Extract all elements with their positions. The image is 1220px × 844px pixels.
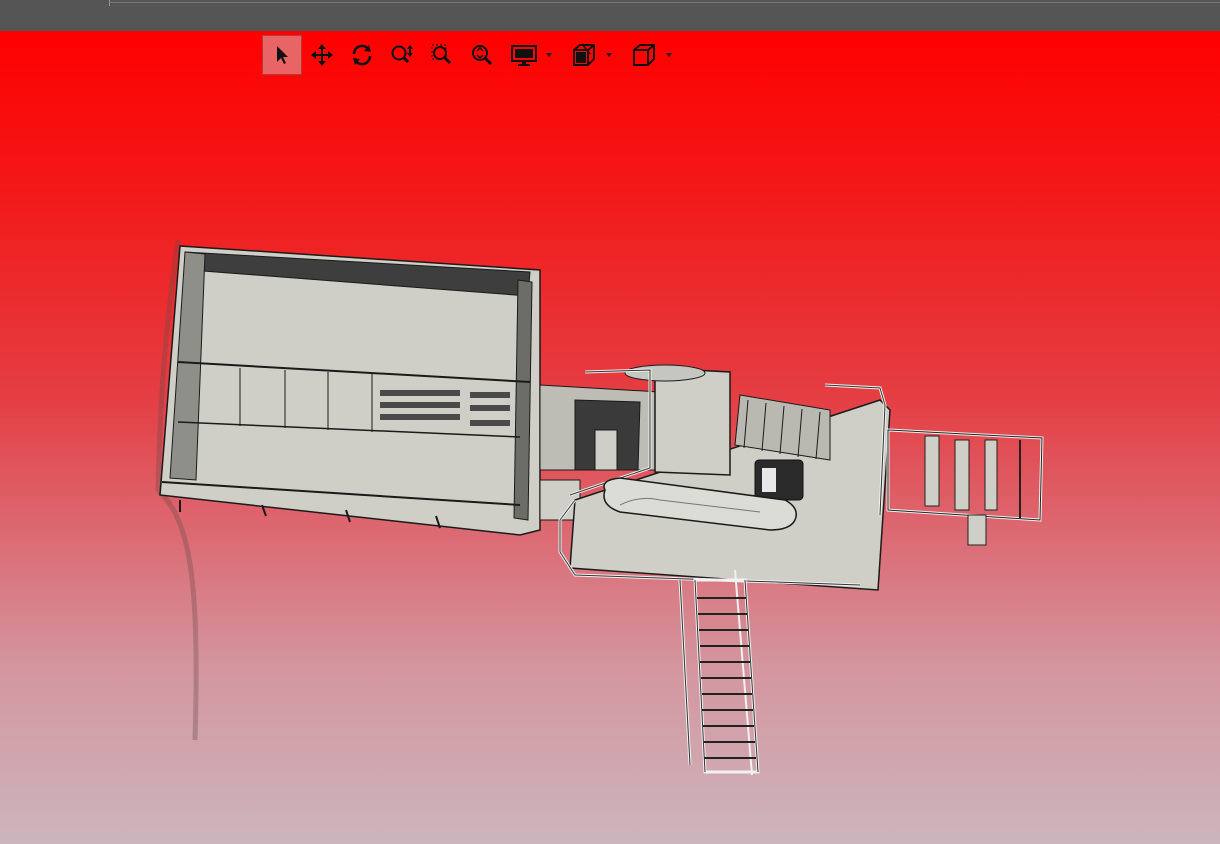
move-arrows-icon bbox=[311, 44, 333, 66]
cad-assembly-model[interactable] bbox=[0, 31, 1220, 844]
section-view-dropdown[interactable] bbox=[562, 35, 622, 75]
title-bar bbox=[0, 0, 1220, 31]
zoom-updown-icon bbox=[391, 45, 413, 64]
monitor-icon bbox=[511, 45, 537, 66]
pan-tool-button[interactable] bbox=[302, 35, 342, 75]
cube-icon bbox=[633, 44, 655, 66]
view-toolbar bbox=[262, 34, 682, 76]
chevron-down-icon bbox=[666, 53, 672, 57]
zoom-window-button[interactable] bbox=[422, 35, 462, 75]
rotate-icon bbox=[352, 44, 372, 66]
rotate-tool-button[interactable] bbox=[342, 35, 382, 75]
select-tool-button[interactable] bbox=[262, 35, 302, 75]
stairway bbox=[678, 569, 760, 776]
zoom-box-icon bbox=[431, 44, 452, 65]
zoom-tool-button[interactable] bbox=[382, 35, 422, 75]
display-style-dropdown[interactable] bbox=[502, 35, 562, 75]
tab-separator bbox=[109, 0, 110, 6]
view-orientation-dropdown[interactable] bbox=[622, 35, 682, 75]
zoom-fit-button[interactable] bbox=[462, 35, 502, 75]
chevron-down-icon bbox=[546, 53, 552, 57]
roller-frame bbox=[886, 428, 1044, 546]
3d-viewport[interactable] bbox=[0, 31, 1220, 844]
zoom-fit-icon bbox=[472, 45, 493, 66]
section-cube-icon bbox=[573, 43, 595, 66]
chevron-down-icon bbox=[606, 53, 612, 57]
container-box bbox=[159, 245, 541, 536]
title-bar-line bbox=[109, 2, 1220, 3]
arrow-cursor-icon bbox=[277, 46, 288, 64]
